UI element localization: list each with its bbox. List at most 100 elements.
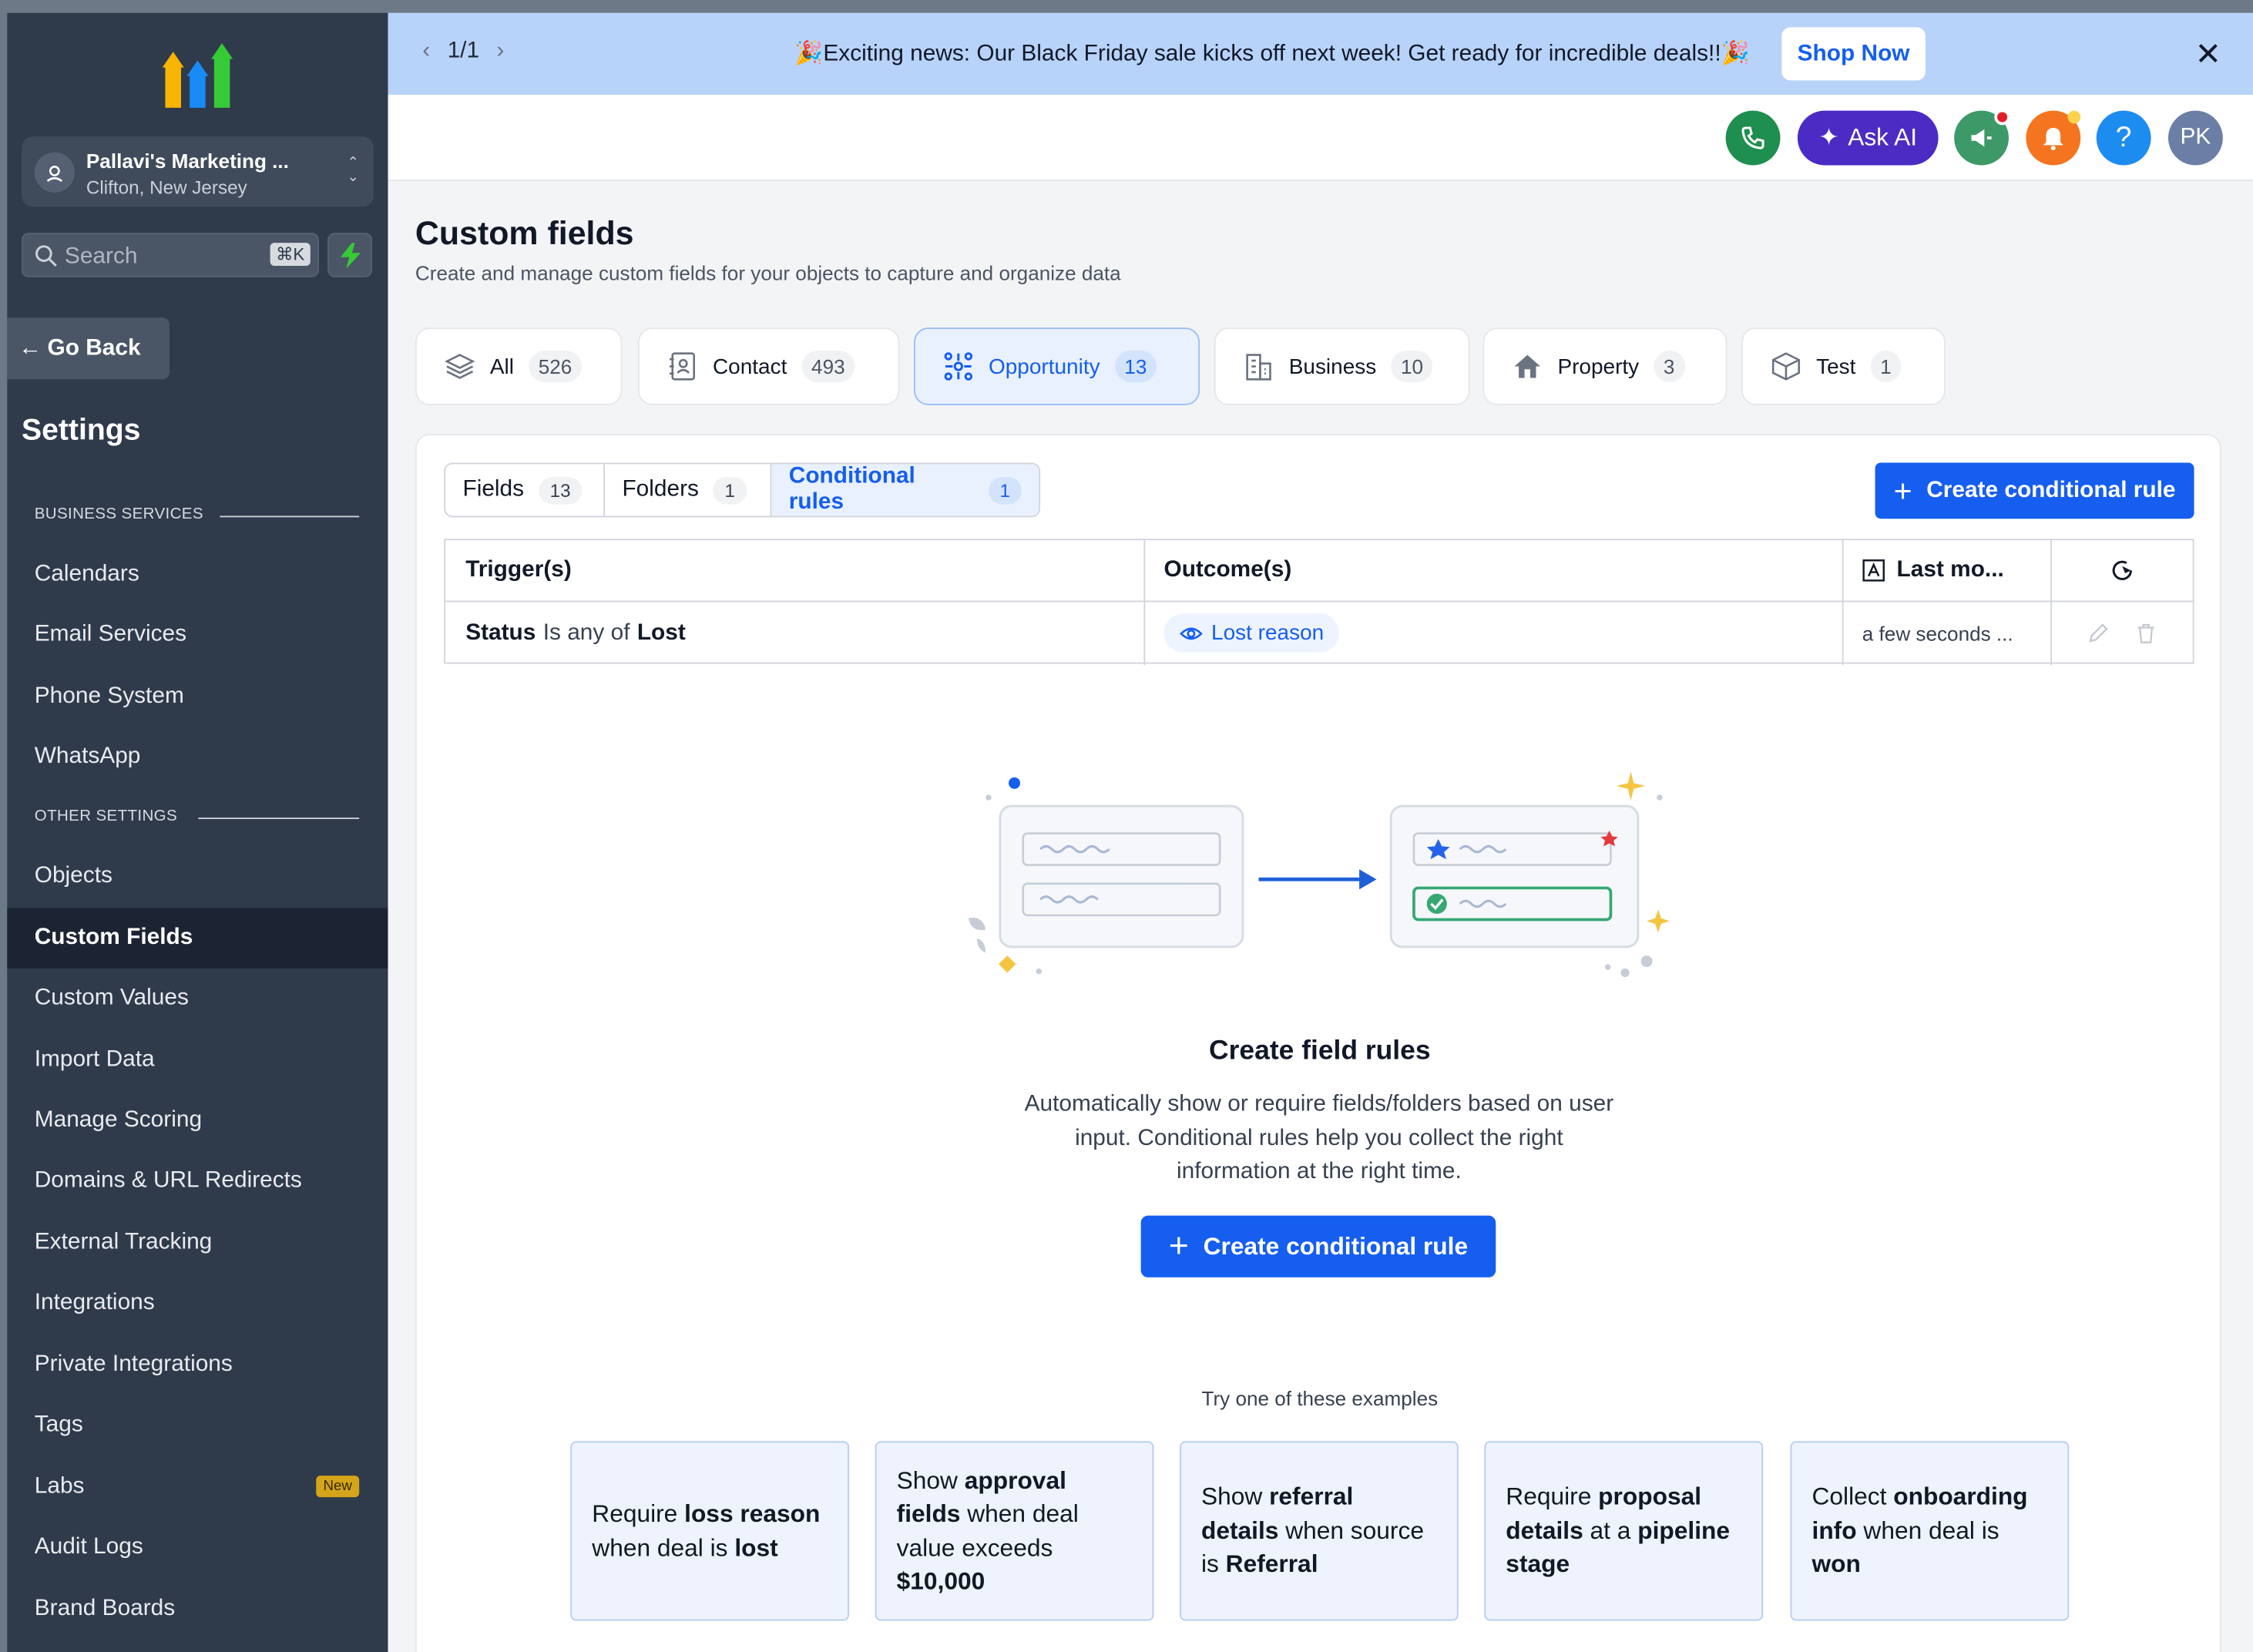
- layers-icon: [445, 354, 475, 379]
- sidebar-item-labs[interactable]: Labs New: [7, 1457, 388, 1517]
- create-conditional-rule-button[interactable]: + Create conditional rule: [1875, 462, 2194, 519]
- sparkle-icon: ✦: [1818, 123, 1840, 151]
- eye-icon: [1180, 626, 1203, 640]
- sidebar-item-private-integrations[interactable]: Private Integrations: [7, 1335, 388, 1395]
- main-content: ‹ 1/1 › 🎉Exciting news: Our Black Friday…: [388, 12, 2253, 1652]
- user-avatar[interactable]: PK: [2167, 110, 2223, 166]
- sidebar-item-integrations[interactable]: Integrations: [7, 1273, 388, 1333]
- example-card[interactable]: Require proposal details at a pipeline s…: [1484, 1441, 1764, 1621]
- header-outcomes: Outcome(s): [1143, 540, 1842, 603]
- divider: [198, 818, 360, 819]
- sidebar-item-manage-scoring[interactable]: Manage Scoring: [7, 1090, 388, 1150]
- tab-label: Conditional rules: [788, 464, 915, 515]
- sidebar-item-email-services[interactable]: Email Services: [7, 605, 388, 665]
- sidebar-item-tags[interactable]: Tags: [7, 1395, 388, 1456]
- search-box[interactable]: Search ⌘K: [21, 233, 319, 277]
- search-placeholder: Search: [64, 244, 138, 269]
- sidebar-item-domains[interactable]: Domains & URL Redirects: [7, 1151, 388, 1211]
- announcements-button[interactable]: [1954, 109, 2010, 166]
- search-shortcut: ⌘K: [270, 243, 311, 266]
- phone-button[interactable]: [1725, 110, 1781, 166]
- tab-label: Property: [1557, 354, 1640, 379]
- outcome-label: Lost reason: [1211, 620, 1325, 646]
- account-location: Clifton, New Jersey: [86, 176, 247, 199]
- notification-dot: [1994, 109, 2010, 126]
- sidebar-item-audit-logs[interactable]: Audit Logs: [7, 1517, 388, 1577]
- divider: [220, 515, 360, 518]
- example-card[interactable]: Show referral details when source is Ref…: [1180, 1441, 1459, 1621]
- chevron-updown-icon: ⌃ ⌄: [347, 155, 360, 186]
- ask-ai-button[interactable]: ✦ Ask AI: [1797, 110, 1939, 166]
- create-conditional-rule-button-secondary[interactable]: + Create conditional rule: [1140, 1215, 1496, 1278]
- tab-contact[interactable]: Contact 493: [637, 327, 900, 405]
- bell-icon: [2043, 127, 2063, 151]
- tab-business[interactable]: Business 10: [1214, 327, 1470, 405]
- close-icon[interactable]: ✕: [2195, 36, 2221, 73]
- tab-count: 13: [1114, 351, 1157, 383]
- sidebar-item-external-tracking[interactable]: External Tracking: [7, 1213, 388, 1273]
- example-text: Show approval fields when deal value exc…: [896, 1466, 1079, 1595]
- chevron-left-icon[interactable]: ‹: [422, 39, 430, 65]
- cube-icon: [1771, 352, 1801, 381]
- tab-conditional-rules[interactable]: Conditional rules 1: [771, 464, 1039, 516]
- go-back-label: Go Back: [47, 335, 141, 361]
- example-card[interactable]: Collect onboarding info when deal is won: [1790, 1441, 2070, 1621]
- actions-cell: [2050, 602, 2194, 663]
- opportunity-icon: [944, 352, 973, 381]
- page-subtitle: Create and manage custom fields for your…: [415, 261, 1121, 285]
- tab-fields[interactable]: Fields 13: [445, 464, 606, 516]
- banner-pager: ‹ 1/1 ›: [422, 39, 504, 65]
- outcome-cell: Lost reason: [1143, 602, 1842, 663]
- tab-folders[interactable]: Folders 1: [605, 464, 772, 516]
- text-field-icon: [1862, 559, 1885, 582]
- tab-test[interactable]: Test 1: [1741, 327, 1946, 405]
- outcome-chip[interactable]: Lost reason: [1163, 613, 1340, 653]
- refresh-icon[interactable]: [2050, 540, 2194, 603]
- example-text: Collect onboarding info when deal is won: [1811, 1482, 2028, 1579]
- example-card[interactable]: Show approval fields when deal value exc…: [875, 1441, 1154, 1621]
- example-text: Require proposal details at a pipeline s…: [1506, 1482, 1731, 1579]
- sidebar: Pallavi's Marketing ... Clifton, New Jer…: [7, 12, 388, 1652]
- chevron-right-icon[interactable]: ›: [496, 39, 504, 65]
- sidebar-item-calendars[interactable]: Calendars: [7, 545, 388, 605]
- header-triggers: Trigger(s): [445, 540, 1144, 603]
- tab-count: 13: [538, 476, 583, 504]
- rules-panel: Fields 13 Folders 1 Conditional rules 1 …: [415, 434, 2221, 1652]
- trash-icon[interactable]: [2135, 622, 2157, 643]
- notifications-button[interactable]: [2026, 110, 2081, 166]
- sidebar-item-phone-system[interactable]: Phone System: [7, 667, 388, 727]
- lightning-icon: [340, 242, 361, 268]
- sidebar-item-brand-boards[interactable]: Brand Boards: [7, 1579, 388, 1639]
- notification-dot: [2067, 110, 2081, 124]
- tab-label: Folders: [622, 477, 699, 502]
- app-logo[interactable]: [162, 39, 234, 110]
- tab-label: Fields: [462, 477, 525, 502]
- example-text: Require loss reason when deal is lost: [592, 1499, 821, 1562]
- sidebar-item-whatsapp[interactable]: WhatsApp: [7, 727, 388, 787]
- sidebar-item-custom-values[interactable]: Custom Values: [7, 969, 388, 1029]
- sidebar-item-import-data[interactable]: Import Data: [7, 1030, 388, 1090]
- tab-property[interactable]: Property 3: [1482, 327, 1728, 405]
- tab-all[interactable]: All 526: [415, 327, 623, 405]
- tab-label: Business: [1288, 354, 1377, 379]
- help-button[interactable]: ?: [2096, 110, 2151, 166]
- megaphone-icon: [1971, 129, 1992, 147]
- shop-now-button[interactable]: Shop Now: [1781, 27, 1926, 81]
- quick-actions-button[interactable]: [327, 233, 372, 277]
- header-label: Last mo...: [1896, 557, 2004, 583]
- search-icon: [35, 244, 58, 274]
- plus-icon: +: [1168, 1226, 1189, 1265]
- example-card[interactable]: Require loss reason when deal is lost: [570, 1441, 850, 1621]
- example-text: Show referral details when source is Ref…: [1200, 1482, 1424, 1579]
- edit-icon[interactable]: [2088, 622, 2110, 643]
- go-back-button[interactable]: ← Go Back: [7, 317, 170, 380]
- account-switcher[interactable]: Pallavi's Marketing ... Clifton, New Jer…: [21, 136, 374, 207]
- sidebar-item-objects[interactable]: Objects: [7, 846, 388, 906]
- header-last-modified[interactable]: Last mo...: [1842, 540, 2051, 603]
- tab-opportunity[interactable]: Opportunity 13: [914, 327, 1200, 405]
- tab-label: Contact: [712, 354, 787, 379]
- tab-count: 1: [988, 476, 1022, 504]
- sidebar-item-custom-fields[interactable]: Custom Fields: [7, 908, 388, 969]
- tab-label: Test: [1816, 354, 1856, 379]
- empty-state-description: Automatically show or require fields/fol…: [1024, 1092, 1614, 1184]
